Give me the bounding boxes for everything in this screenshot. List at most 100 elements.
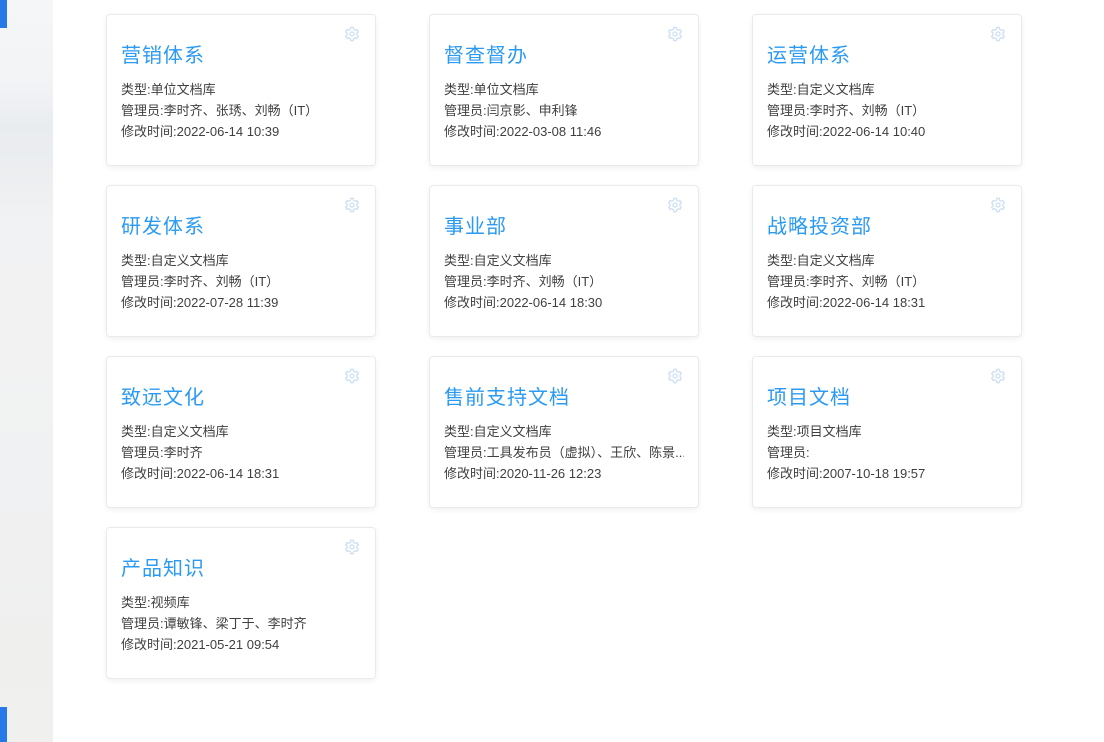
settings-gear-icon[interactable] [344,197,360,213]
library-modified-line: 修改时间:2022-06-14 18:31 [121,463,361,484]
type-value: 自定义文档库 [796,82,875,97]
settings-gear-icon[interactable] [667,368,683,384]
type-value: 视频库 [150,595,190,610]
library-card[interactable]: 产品知识 类型:视频库 管理员:谭敏锋、梁丁于、李时齐 修改时间:2021-05… [106,527,376,679]
library-admins-line: 管理员:李时齐、张琇、刘畅（IT） [121,100,361,121]
library-admins-line: 管理员:李时齐、刘畅（IT） [767,271,1007,292]
admin-value: 李时齐、刘畅（IT） [809,274,926,289]
library-card[interactable]: 售前支持文档 类型:自定义文档库 管理员:工具发布员（虚拟）、王欣、陈景... … [429,356,699,508]
library-modified-line: 修改时间:2022-06-14 18:30 [444,292,684,313]
admin-value: 李时齐、刘畅（IT） [809,103,926,118]
library-title-link[interactable]: 售前支持文档 [444,387,684,409]
settings-gear-icon[interactable] [667,26,683,42]
library-admins-line: 管理员:工具发布员（虚拟）、王欣、陈景... [444,442,684,463]
library-title-link[interactable]: 督查督办 [444,45,684,67]
admin-value: 闫京影、申利锋 [486,103,578,118]
admin-value: 李时齐、刘畅（IT） [486,274,603,289]
modified-label: 修改时间: [444,295,500,310]
library-title-link[interactable]: 项目文档 [767,387,1007,409]
library-card[interactable]: 营销体系 类型:单位文档库 管理员:李时齐、张琇、刘畅（IT） 修改时间:202… [106,14,376,166]
library-type-line: 类型:自定义文档库 [767,79,1007,100]
modified-label: 修改时间: [767,466,823,481]
settings-gear-icon[interactable] [344,539,360,555]
library-card-info: 类型:自定义文档库 管理员:李时齐、刘畅（IT） 修改时间:2022-07-28… [121,250,361,313]
library-title-link[interactable]: 事业部 [444,216,684,238]
type-label: 类型: [767,82,797,97]
library-admins-line: 管理员:闫京影、申利锋 [444,100,684,121]
admin-label: 管理员: [121,445,164,460]
admin-label: 管理员: [121,274,164,289]
type-value: 自定义文档库 [150,424,229,439]
type-label: 类型: [121,253,151,268]
library-title-link[interactable]: 战略投资部 [767,216,1007,238]
modified-label: 修改时间: [767,124,823,139]
type-value: 自定义文档库 [796,253,875,268]
library-title-link[interactable]: 研发体系 [121,216,361,238]
type-label: 类型: [121,82,151,97]
library-card[interactable]: 项目文档 类型:项目文档库 管理员: 修改时间:2007-10-18 19:57 [752,356,1022,508]
library-modified-line: 修改时间:2022-06-14 18:31 [767,292,1007,313]
modified-value: 2020-11-26 12:23 [499,466,602,481]
library-type-line: 类型:单位文档库 [121,79,361,100]
library-type-line: 类型:视频库 [121,592,361,613]
admin-value: 谭敏锋、梁丁于、李时齐 [163,616,307,631]
admin-label: 管理员: [444,445,487,460]
modified-label: 修改时间: [121,637,177,652]
library-admins-line: 管理员:谭敏锋、梁丁于、李时齐 [121,613,361,634]
admin-value: 李时齐、张琇、刘畅（IT） [163,103,319,118]
library-type-line: 类型:自定义文档库 [121,421,361,442]
library-title-link[interactable]: 产品知识 [121,558,361,580]
library-card-info: 类型:自定义文档库 管理员:李时齐 修改时间:2022-06-14 18:31 [121,421,361,484]
type-value: 项目文档库 [796,424,862,439]
settings-gear-icon[interactable] [667,197,683,213]
modified-value: 2022-07-28 11:39 [176,295,279,310]
library-card[interactable]: 战略投资部 类型:自定义文档库 管理员:李时齐、刘畅（IT） 修改时间:2022… [752,185,1022,337]
library-card-info: 类型:自定义文档库 管理员:李时齐、刘畅（IT） 修改时间:2022-06-14… [767,250,1007,313]
library-type-line: 类型:自定义文档库 [444,250,684,271]
left-edge-strip-top [0,0,7,28]
library-card-info: 类型:自定义文档库 管理员:李时齐、刘畅（IT） 修改时间:2022-06-14… [767,79,1007,142]
library-modified-line: 修改时间:2021-05-21 09:54 [121,634,361,655]
settings-gear-icon[interactable] [990,26,1006,42]
type-value: 自定义文档库 [150,253,229,268]
admin-label: 管理员: [121,616,164,631]
left-background-band [0,0,53,742]
library-modified-line: 修改时间:2022-06-14 10:39 [121,121,361,142]
library-card[interactable]: 督查督办 类型:单位文档库 管理员:闫京影、申利锋 修改时间:2022-03-0… [429,14,699,166]
library-admins-line: 管理员:李时齐、刘畅（IT） [767,100,1007,121]
modified-value: 2022-06-14 10:39 [176,124,280,139]
library-type-line: 类型:项目文档库 [767,421,1007,442]
type-value: 自定义文档库 [473,253,552,268]
modified-label: 修改时间: [444,466,500,481]
modified-value: 2022-03-08 11:46 [499,124,602,139]
library-title-link[interactable]: 致远文化 [121,387,361,409]
type-value: 单位文档库 [150,82,216,97]
library-card-info: 类型:视频库 管理员:谭敏锋、梁丁于、李时齐 修改时间:2021-05-21 0… [121,592,361,655]
settings-gear-icon[interactable] [990,197,1006,213]
library-card[interactable]: 事业部 类型:自定义文档库 管理员:李时齐、刘畅（IT） 修改时间:2022-0… [429,185,699,337]
settings-gear-icon[interactable] [990,368,1006,384]
library-card[interactable]: 运营体系 类型:自定义文档库 管理员:李时齐、刘畅（IT） 修改时间:2022-… [752,14,1022,166]
library-card-info: 类型:单位文档库 管理员:闫京影、申利锋 修改时间:2022-03-08 11:… [444,79,684,142]
type-value: 单位文档库 [473,82,539,97]
settings-gear-icon[interactable] [344,26,360,42]
admin-label: 管理员: [767,445,810,460]
admin-label: 管理员: [444,274,487,289]
library-card[interactable]: 致远文化 类型:自定义文档库 管理员:李时齐 修改时间:2022-06-14 1… [106,356,376,508]
modified-value: 2022-06-14 10:40 [822,124,926,139]
library-title-link[interactable]: 营销体系 [121,45,361,67]
type-label: 类型: [121,595,151,610]
type-label: 类型: [444,82,474,97]
library-modified-line: 修改时间:2022-06-14 10:40 [767,121,1007,142]
modified-label: 修改时间: [121,124,177,139]
type-label: 类型: [767,253,797,268]
library-card-info: 类型:项目文档库 管理员: 修改时间:2007-10-18 19:57 [767,421,1007,484]
library-grid: 营销体系 类型:单位文档库 管理员:李时齐、张琇、刘畅（IT） 修改时间:202… [106,14,1022,679]
admin-label: 管理员: [444,103,487,118]
library-title-link[interactable]: 运营体系 [767,45,1007,67]
settings-gear-icon[interactable] [344,368,360,384]
library-card[interactable]: 研发体系 类型:自定义文档库 管理员:李时齐、刘畅（IT） 修改时间:2022-… [106,185,376,337]
type-label: 类型: [767,424,797,439]
modified-value: 2022-06-14 18:30 [499,295,603,310]
library-card-info: 类型:单位文档库 管理员:李时齐、张琇、刘畅（IT） 修改时间:2022-06-… [121,79,361,142]
